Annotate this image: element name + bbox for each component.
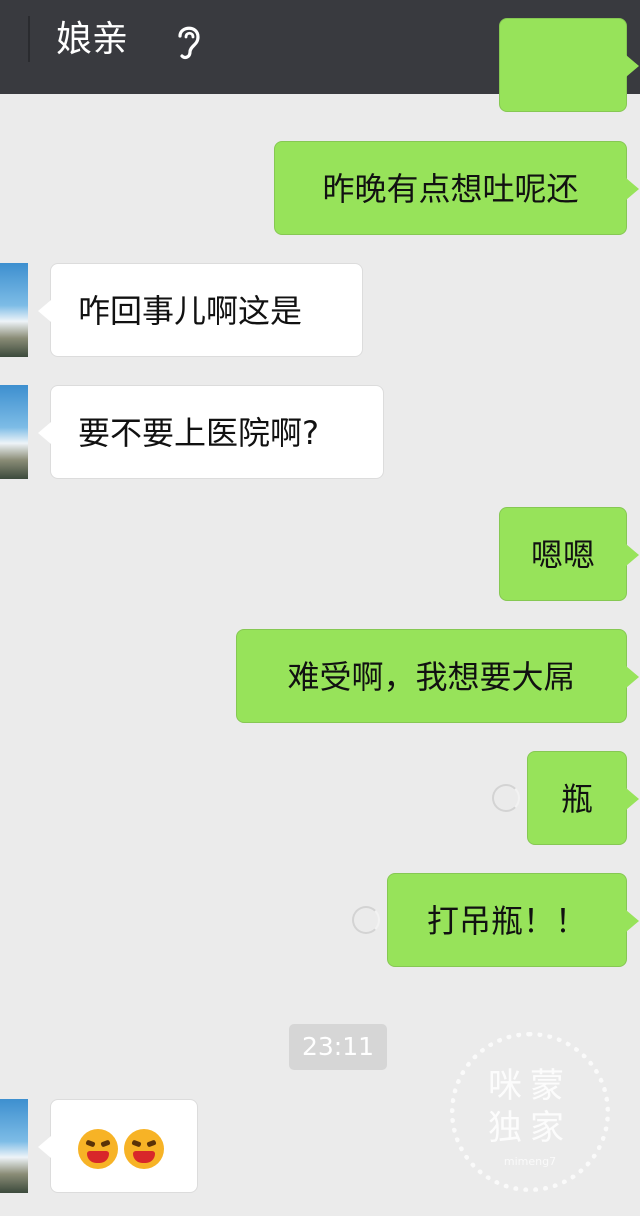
message-bubble-outgoing[interactable]: 瓶 (527, 751, 639, 845)
back-divider (28, 16, 30, 62)
message-bubble-incoming[interactable] (38, 1099, 198, 1193)
contact-avatar[interactable] (0, 263, 28, 357)
message-timestamp: 23:11 (289, 1024, 387, 1070)
watermark-line: 独家 (488, 1108, 572, 1148)
message-bubble-outgoing[interactable] (499, 18, 639, 112)
sending-spinner-icon (492, 784, 520, 812)
watermark-seal: 咪蒙 独家 mimeng7 (450, 1032, 610, 1192)
message-bubble-outgoing[interactable]: 难受啊，我想要大屌 (236, 629, 639, 723)
sending-spinner-icon (352, 906, 380, 934)
message-bubble-outgoing[interactable]: 打吊瓶！！ (387, 873, 639, 967)
message-bubble-incoming[interactable]: 要不要上医院啊? (38, 385, 384, 479)
chat-title: 娘亲 (56, 19, 129, 60)
message-bubble-outgoing[interactable]: 昨晚有点想吐呢还 (274, 141, 639, 235)
contact-avatar[interactable] (0, 1099, 28, 1193)
angry-face-emoji-icon (124, 1129, 164, 1169)
message-bubble-incoming[interactable]: 咋回事儿啊这是 (38, 263, 363, 357)
ear-icon[interactable] (172, 20, 206, 62)
watermark-line: 咪蒙 (488, 1066, 572, 1106)
angry-face-emoji-icon (78, 1129, 118, 1169)
contact-avatar[interactable] (0, 385, 28, 479)
message-bubble-outgoing[interactable]: 嗯嗯 (499, 507, 639, 601)
watermark-small-text: mimeng7 (503, 1155, 557, 1168)
